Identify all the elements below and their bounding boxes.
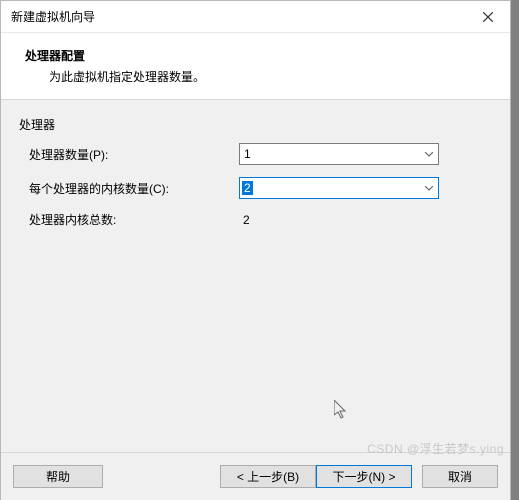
processors-combobox[interactable]: 1 (239, 143, 439, 165)
chevron-down-icon (420, 178, 438, 198)
next-button[interactable]: 下一步(N) > (316, 465, 412, 488)
title-bar: 新建虚拟机向导 (1, 1, 510, 33)
processors-value: 1 (244, 147, 438, 161)
cancel-button[interactable]: 取消 (422, 465, 498, 488)
close-button[interactable] (466, 2, 510, 32)
chevron-down-icon (420, 144, 438, 164)
wizard-dialog: 新建虚拟机向导 处理器配置 为此虚拟机指定处理器数量。 处理器 处理器数量(P)… (0, 0, 511, 500)
cores-label: 每个处理器的内核数量(C): (29, 180, 239, 197)
section-label: 处理器 (19, 116, 492, 133)
dialog-title: 新建虚拟机向导 (11, 8, 95, 25)
total-value: 2 (239, 213, 250, 227)
back-button[interactable]: < 上一步(B) (220, 465, 316, 488)
cores-combobox[interactable]: 2 (239, 177, 439, 199)
header-title: 处理器配置 (25, 47, 500, 64)
total-label: 处理器内核总数: (29, 211, 239, 228)
cores-value: 2 (242, 181, 253, 195)
help-button[interactable]: 帮助 (13, 465, 103, 488)
processors-label: 处理器数量(P): (29, 146, 239, 163)
wizard-header: 处理器配置 为此虚拟机指定处理器数量。 (1, 33, 510, 100)
row-cores: 每个处理器的内核数量(C): 2 (19, 177, 492, 199)
wizard-footer: 帮助 < 上一步(B) 下一步(N) > 取消 (1, 452, 510, 500)
row-total: 处理器内核总数: 2 (19, 211, 492, 228)
wizard-body: 处理器 处理器数量(P): 1 每个处理器的内核数量(C): 2 处理器内核总数… (1, 100, 510, 452)
close-icon (483, 12, 493, 22)
mouse-cursor-icon (334, 400, 348, 420)
header-subtitle: 为此虚拟机指定处理器数量。 (25, 68, 500, 85)
row-processors: 处理器数量(P): 1 (19, 143, 492, 165)
